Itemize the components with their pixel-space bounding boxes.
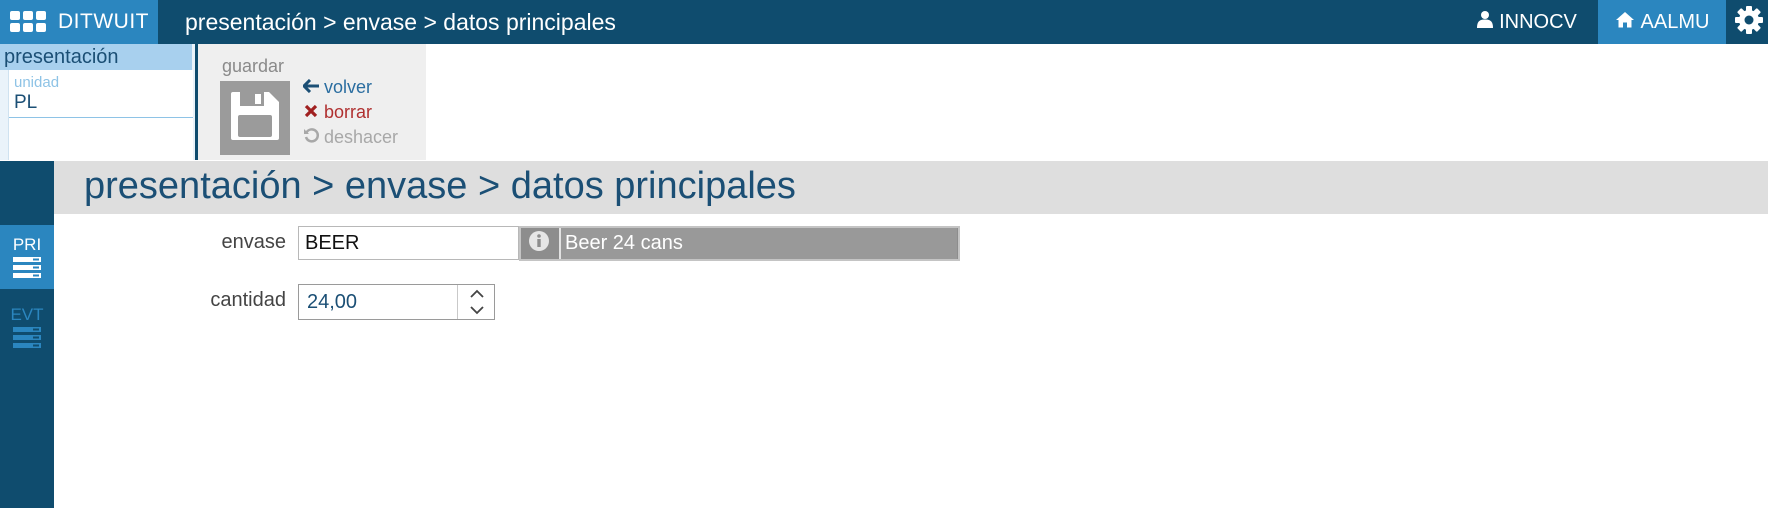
app-name: DITWUIT xyxy=(58,10,149,33)
unit-value: PL xyxy=(14,92,38,113)
home-icon xyxy=(1615,11,1635,34)
chevron-down-icon xyxy=(469,302,484,320)
envase-description: Beer 24 cans xyxy=(559,228,957,259)
undo-label: deshacer xyxy=(324,127,399,147)
envase-input[interactable]: BEER xyxy=(298,226,519,260)
save-button[interactable] xyxy=(220,81,290,155)
nav-item-label: PRI xyxy=(12,235,42,254)
cantidad-input[interactable]: 24,00 xyxy=(307,285,357,319)
cantidad-label: cantidad xyxy=(210,289,286,311)
envase-label: envase xyxy=(221,231,287,253)
nav-item-label: EVT xyxy=(10,305,44,324)
user-icon xyxy=(1477,10,1494,34)
user-name: INNOCV xyxy=(1499,10,1577,33)
user-button[interactable]: INNOCV xyxy=(1458,0,1596,44)
list-icon xyxy=(0,257,54,279)
stepper-up-button[interactable] xyxy=(458,285,495,302)
settings-button[interactable] xyxy=(1730,0,1768,44)
app-brand[interactable]: DITWUIT xyxy=(0,0,158,44)
undo-link[interactable]: deshacer xyxy=(302,127,398,148)
back-link[interactable]: volver xyxy=(301,77,373,98)
undo-icon xyxy=(302,127,320,148)
delete-link[interactable]: borrar xyxy=(302,102,372,123)
presentation-panel: presentación unidad PL xyxy=(0,44,198,160)
page-header: presentación > envase > datos principale… xyxy=(54,161,1768,214)
envase-description-box: Beer 24 cans xyxy=(519,226,960,261)
back-label: volver xyxy=(324,77,373,97)
home-button[interactable]: AALMU xyxy=(1598,0,1726,44)
floppy-disk-icon xyxy=(228,89,282,148)
grid-icon xyxy=(10,11,48,33)
close-icon xyxy=(302,102,320,123)
arrow-left-icon xyxy=(301,77,320,98)
presentation-header[interactable]: presentación xyxy=(0,44,192,70)
delete-label: borrar xyxy=(324,102,373,122)
breadcrumb: presentación > envase > datos principale… xyxy=(185,9,616,35)
quantity-stepper xyxy=(457,285,495,319)
nav-item-pri[interactable]: PRI xyxy=(0,225,54,289)
home-label: AALMU xyxy=(1640,10,1710,33)
chevron-up-icon xyxy=(469,285,484,303)
save-label: guardar xyxy=(222,56,285,76)
nav-item-evt[interactable]: EVT xyxy=(0,295,54,359)
info-icon xyxy=(528,230,550,257)
stepper-down-button[interactable] xyxy=(458,302,495,319)
gear-icon xyxy=(1734,5,1764,40)
page-title: presentación > envase > datos principale… xyxy=(84,165,796,207)
unit-label: unidad xyxy=(14,74,60,91)
list-icon xyxy=(0,327,54,349)
presentation-body: unidad PL xyxy=(8,70,193,160)
action-toolbar: guardar volver borrar deshacer xyxy=(198,44,426,160)
top-bar: DITWUIT presentación > envase > datos pr… xyxy=(0,0,1768,44)
cantidad-field: 24,00 xyxy=(298,284,495,320)
unit-underline xyxy=(9,117,193,118)
side-nav: PRI EVT xyxy=(0,161,54,508)
info-button[interactable] xyxy=(521,228,556,259)
